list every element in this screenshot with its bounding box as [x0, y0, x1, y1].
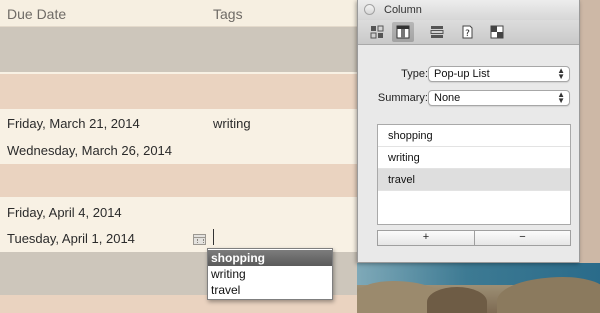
- updown-arrows-icon: ▲ ▼: [557, 90, 565, 105]
- popup-values-list: shopping writing travel: [377, 124, 571, 225]
- list-item[interactable]: travel: [378, 169, 570, 191]
- due-date-cell[interactable]: Tuesday, April 1, 2014: [7, 231, 135, 246]
- outline-window: Due Date Tags Friday, March 21, 2014 wri…: [0, 0, 357, 313]
- help-document-icon: ?: [462, 25, 473, 39]
- table-row[interactable]: [0, 74, 357, 109]
- calendar-icon[interactable]: [193, 234, 206, 245]
- autocomplete-item-shopping[interactable]: shopping: [208, 250, 332, 266]
- text-cursor: [213, 229, 214, 245]
- add-value-button[interactable]: +: [377, 230, 475, 246]
- style-icon: [490, 25, 504, 39]
- due-date-column-header[interactable]: Due Date: [7, 6, 66, 22]
- table-row[interactable]: Wednesday, March 26, 2014: [0, 137, 357, 164]
- style-tab[interactable]: [486, 22, 508, 42]
- desktop-wallpaper: [357, 263, 600, 313]
- summary-label: Summary:: [377, 92, 428, 104]
- type-value: Pop-up List: [434, 68, 490, 80]
- tags-autocomplete-popup: shopping writing travel: [207, 248, 333, 300]
- table-row[interactable]: [0, 164, 357, 197]
- rows-tab[interactable]: [426, 22, 448, 42]
- inspector-title: Column: [384, 4, 422, 16]
- help-tab[interactable]: ?: [456, 22, 478, 42]
- tags-column-header[interactable]: Tags: [213, 6, 243, 22]
- inspector-toolbar: ?: [358, 20, 579, 45]
- column-header: Due Date Tags: [0, 0, 357, 27]
- autocomplete-item-writing[interactable]: writing: [208, 266, 332, 282]
- list-item[interactable]: shopping: [378, 125, 570, 147]
- column-details-icon: [396, 25, 410, 39]
- type-popup-button[interactable]: Pop-up List ▲ ▼: [428, 66, 570, 82]
- remove-value-button[interactable]: −: [474, 230, 571, 246]
- due-date-cell[interactable]: Wednesday, March 26, 2014: [7, 143, 172, 158]
- table-row[interactable]: [0, 27, 357, 72]
- column-inspector-panel: Column ? Type: Pop-up List ▲ ▼ Summary: …: [357, 0, 580, 263]
- updown-arrows-icon: ▲ ▼: [557, 66, 565, 81]
- due-date-cell[interactable]: Friday, March 21, 2014: [7, 116, 140, 131]
- list-edit-buttons: + −: [377, 230, 571, 246]
- close-button[interactable]: [364, 4, 375, 15]
- tags-cell[interactable]: writing: [213, 116, 251, 131]
- column-layout-icon: [370, 25, 384, 39]
- rows-icon: [430, 26, 444, 38]
- type-label: Type:: [401, 68, 428, 80]
- column-tab[interactable]: [392, 22, 414, 42]
- inspector-title-bar: Column: [358, 0, 579, 20]
- due-date-cell[interactable]: Friday, April 4, 2014: [7, 205, 122, 220]
- layout-tab[interactable]: [366, 22, 388, 42]
- summary-popup-button[interactable]: None ▲ ▼: [428, 90, 570, 106]
- table-row[interactable]: Friday, March 21, 2014 writing: [0, 109, 357, 137]
- autocomplete-item-travel[interactable]: travel: [208, 282, 332, 298]
- summary-value: None: [434, 92, 461, 104]
- table-row[interactable]: Friday, April 4, 2014: [0, 197, 357, 224]
- svg-text:?: ?: [465, 29, 470, 39]
- list-item[interactable]: writing: [378, 147, 570, 169]
